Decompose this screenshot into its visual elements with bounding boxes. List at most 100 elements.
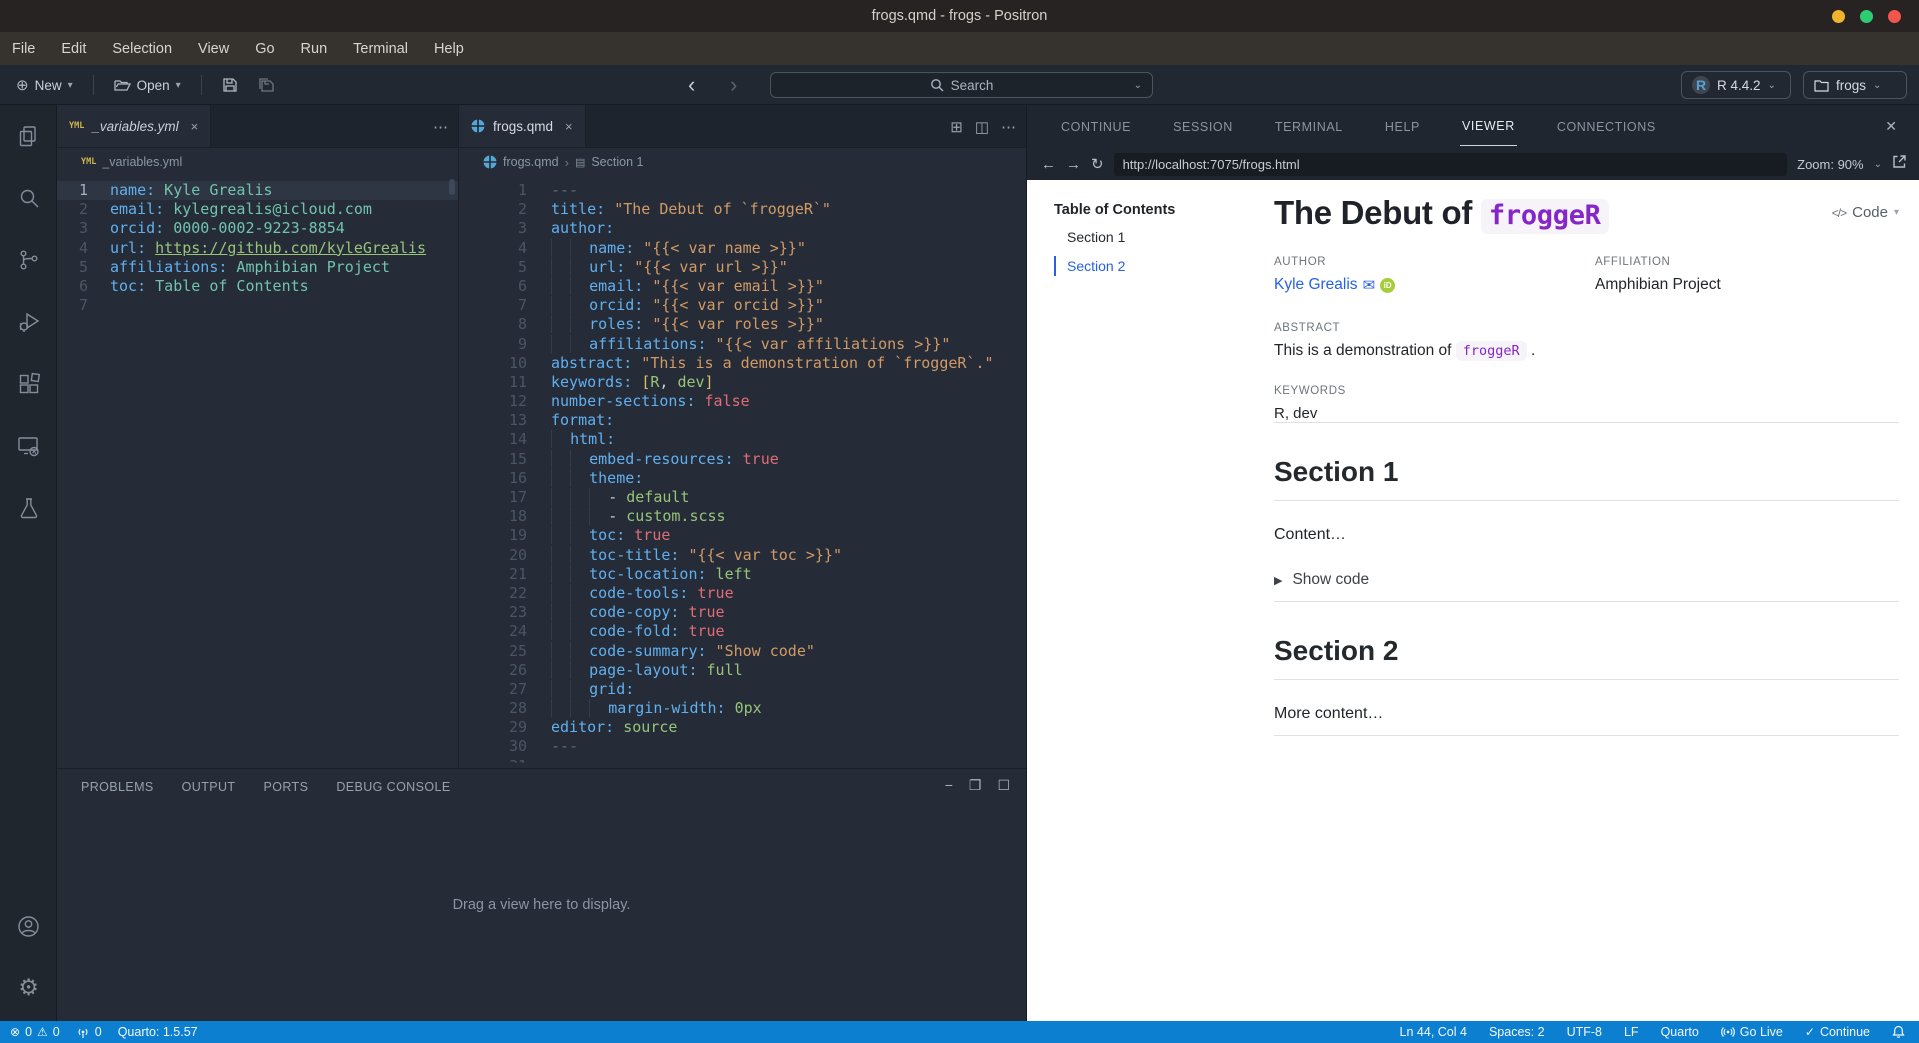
workspace-selector[interactable]: frogs ⌄ (1803, 71, 1907, 99)
explorer-icon[interactable] (0, 105, 57, 167)
panel-maximize-icon[interactable]: ☐ (997, 777, 1010, 794)
code-line[interactable]: 1 --- (459, 181, 1026, 200)
indentation-status[interactable]: Spaces: 2 (1489, 1025, 1545, 1039)
orcid-icon[interactable]: iD (1380, 277, 1396, 293)
split-editor-icon[interactable]: ◫ (975, 118, 989, 136)
breadcrumb-left[interactable]: YML _variables.yml (57, 148, 458, 176)
tab-terminal[interactable]: TERMINAL (1273, 108, 1345, 146)
tab-problems[interactable]: PROBLEMS (81, 780, 154, 794)
scrollbar-thumb[interactable] (449, 179, 455, 195)
code-line[interactable]: 27 grid: (459, 679, 1026, 699)
tab-variables-yml[interactable]: YML _variables.yml × (57, 105, 212, 147)
code-line[interactable]: 2 email: kylegrealis@icloud.com (57, 200, 458, 219)
author-link[interactable]: Kyle Grealis (1274, 276, 1358, 294)
editor-frogs-qmd[interactable]: 1 --- 2 title: "The Debut of `froggeR`" 3 aut… (459, 176, 1026, 763)
viewer-zoom-select[interactable]: Zoom: 90% (1797, 157, 1863, 172)
panel-minimize-icon[interactable]: − (945, 777, 953, 794)
menu-run[interactable]: Run (301, 41, 328, 57)
viewer-forward-icon[interactable]: → (1066, 156, 1081, 173)
code-line[interactable]: 6 email: "{{< var email >}}" (459, 276, 1026, 296)
settings-gear-icon[interactable]: ⚙ (0, 957, 57, 1019)
zoom-chevron-icon[interactable]: ⌄ (1874, 159, 1882, 170)
code-line[interactable]: 3 author: (459, 219, 1026, 238)
new-button[interactable]: ⊕ New ▾ (10, 72, 79, 98)
open-external-icon[interactable] (1892, 154, 1907, 174)
code-tools-button[interactable]: </> Code ▾ (1832, 204, 1899, 221)
code-line[interactable]: 5 url: "{{< var url >}}" (459, 257, 1026, 277)
menu-help[interactable]: Help (434, 41, 464, 57)
code-line[interactable]: 4 name: "{{< var name >}}" (459, 238, 1026, 258)
viewer-back-icon[interactable]: ← (1041, 156, 1056, 173)
code-line[interactable]: 22 code-tools: true (459, 583, 1026, 603)
code-line[interactable]: 20 toc-title: "{{< var toc >}}" (459, 545, 1026, 565)
save-all-button[interactable] (252, 73, 281, 97)
panel-close-icon[interactable]: ✕ (1885, 118, 1897, 135)
history-forward-button[interactable]: › (730, 65, 737, 105)
cursor-position-status[interactable]: Ln 44, Col 4 (1400, 1025, 1467, 1039)
code-line[interactable]: 29 editor: source (459, 718, 1026, 737)
tab-close-icon[interactable]: × (191, 119, 199, 134)
tab-frogs-qmd[interactable]: frogs.qmd × (459, 105, 586, 147)
problems-status[interactable]: ⊗ 0 ⚠ 0 (10, 1025, 60, 1039)
code-line[interactable]: 9 affiliations: "{{< var affiliations >}… (459, 334, 1026, 354)
more-actions-icon[interactable]: ⋯ (433, 118, 448, 136)
menu-terminal[interactable]: Terminal (353, 41, 408, 57)
window-minimize-button[interactable] (1832, 10, 1845, 23)
search-sidebar-icon[interactable] (0, 167, 57, 229)
code-line[interactable]: 8 roles: "{{< var roles >}}" (459, 315, 1026, 334)
tab-output[interactable]: OUTPUT (182, 780, 236, 794)
language-mode-status[interactable]: Quarto (1661, 1025, 1699, 1039)
code-line[interactable]: 24 code-fold: true (459, 622, 1026, 641)
menu-file[interactable]: File (12, 41, 35, 57)
code-line[interactable]: 14 html: (459, 430, 1026, 449)
code-line[interactable]: 17 - default (459, 488, 1026, 507)
continue-button[interactable]: ✓ Continue (1805, 1025, 1870, 1039)
panel-restore-icon[interactable]: ❐ (969, 777, 982, 794)
more-actions-icon[interactable]: ⋯ (1001, 118, 1016, 136)
code-line[interactable]: 25 code-summary: "Show code" (459, 641, 1026, 661)
eol-status[interactable]: LF (1624, 1025, 1639, 1039)
code-line[interactable]: 23 code-copy: true (459, 603, 1026, 622)
code-line[interactable]: 15 embed-resources: true (459, 449, 1026, 469)
tab-debug-console[interactable]: DEBUG CONSOLE (336, 780, 450, 794)
viewer-url-input[interactable]: http://localhost:7075/frogs.html (1113, 152, 1788, 176)
window-close-button[interactable] (1888, 10, 1901, 23)
code-line[interactable]: 12 number-sections: false (459, 392, 1026, 411)
menu-selection[interactable]: Selection (112, 41, 172, 57)
history-back-button[interactable]: ‹ (688, 65, 695, 105)
code-line[interactable]: 30 --- (459, 737, 1026, 756)
tab-continue[interactable]: CONTINUE (1059, 108, 1133, 146)
extensions-icon[interactable] (0, 353, 57, 415)
tab-ports[interactable]: PORTS (263, 780, 308, 794)
source-control-icon[interactable] (0, 229, 57, 291)
global-search-input[interactable]: Search ⌄ (770, 72, 1153, 98)
remote-console-icon[interactable] (0, 415, 57, 477)
toc-item-section-1[interactable]: Section 1 (1054, 227, 1264, 247)
code-line[interactable]: 1 name: Kyle Grealis (57, 181, 458, 201)
code-line[interactable]: 28 margin-width: 0px (459, 699, 1026, 718)
breadcrumb-right[interactable]: frogs.qmd › ▤ Section 1 (459, 148, 1026, 176)
toc-item-section-2[interactable]: Section 2 (1054, 256, 1264, 276)
code-line[interactable]: 18 - custom.scss (459, 507, 1026, 526)
code-line[interactable]: 13 format: (459, 411, 1026, 430)
viewer-reload-icon[interactable]: ↻ (1091, 155, 1104, 173)
menu-view[interactable]: View (198, 41, 229, 57)
code-line[interactable]: 2 title: "The Debut of `froggeR`" (459, 200, 1026, 219)
menu-edit[interactable]: Edit (61, 41, 86, 57)
tab-session[interactable]: SESSION (1171, 108, 1235, 146)
notifications-bell-icon[interactable] (1892, 1025, 1905, 1039)
quarto-version-status[interactable]: Quarto: 1.5.57 (118, 1025, 198, 1039)
code-line[interactable]: 26 page-layout: full (459, 660, 1026, 680)
code-line[interactable]: 4 url: https://github.com/kyleGrealis (57, 239, 458, 258)
menu-go[interactable]: Go (255, 41, 274, 57)
interpreter-selector[interactable]: R R 4.4.2 ⌄ (1681, 71, 1791, 99)
code-line[interactable]: 19 toc: true (459, 526, 1026, 545)
tab-close-icon[interactable]: × (565, 119, 573, 134)
window-maximize-button[interactable] (1860, 10, 1873, 23)
show-code-details[interactable]: ▶ Show code (1274, 571, 1899, 589)
code-line[interactable]: 7 orcid: "{{< var orcid >}}" (459, 296, 1026, 315)
account-icon[interactable] (0, 895, 57, 957)
tab-help[interactable]: HELP (1383, 108, 1422, 146)
code-line[interactable]: 5 affiliations: Amphibian Project (57, 258, 458, 277)
code-line[interactable]: 11 keywords: [R, dev] (459, 373, 1026, 392)
